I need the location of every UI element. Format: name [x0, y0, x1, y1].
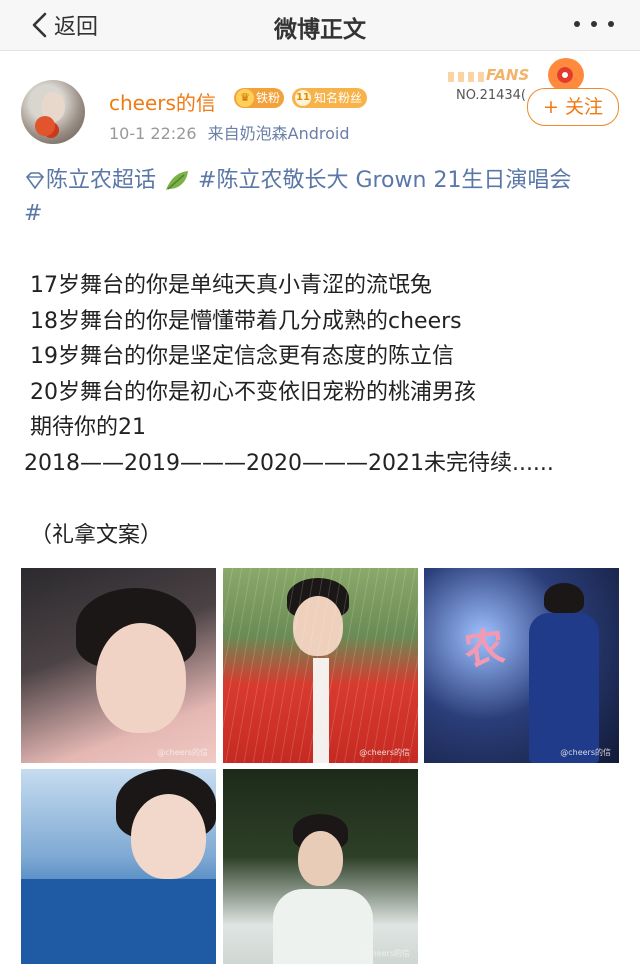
page-title: 微博正文 — [274, 17, 366, 43]
super-topic-label: 陈立农超话 — [46, 168, 157, 193]
hashtag-label: #陈立农敬长大 Grown 21生日演唱会 — [198, 168, 572, 193]
post-photo-1[interactable]: @cheers的信 — [21, 568, 216, 763]
more-dot-icon — [591, 21, 597, 27]
post-photo-2[interactable]: @cheers的信 — [223, 568, 418, 763]
user-avatar[interactable] — [21, 80, 85, 144]
more-dot-icon — [608, 21, 614, 27]
photo-face — [298, 831, 343, 886]
photo-watermark: @cheers的信 — [359, 949, 410, 958]
leaf-icon — [166, 171, 189, 190]
diamond-icon — [25, 172, 45, 190]
super-topic-link[interactable]: 陈立农超话 — [24, 168, 156, 193]
source-name: 奶泡森Android — [239, 124, 350, 143]
mascot-icon — [548, 58, 584, 92]
famous-fan-label: 知名粉丝 — [314, 91, 363, 105]
post-meta: 10-1 22:26 来自奶泡森Android — [109, 120, 350, 144]
crown-icon: ♛ — [236, 89, 254, 107]
post-line: 17岁舞台的你是单纯天真小青涩的流氓兔 — [30, 273, 432, 298]
more-dot-icon — [574, 21, 580, 27]
source-prefix: 来自 — [207, 124, 240, 143]
iron-fan-badge[interactable]: ♛ 铁粉 — [234, 88, 285, 108]
post-line: 2018——2019———2020———2021未完待续...... — [24, 450, 554, 476]
post-photo-4[interactable] — [21, 769, 216, 964]
more-options-button[interactable] — [574, 12, 614, 36]
follow-button[interactable]: + 关注 — [527, 88, 619, 126]
post-time: 10-1 22:26 — [109, 124, 197, 143]
photo-face — [96, 623, 186, 733]
fans-card-stripes — [448, 72, 488, 82]
photo-rain — [223, 568, 418, 763]
fan-level-icon: 11 — [295, 90, 311, 106]
photo-watermark: @cheers的信 — [560, 748, 611, 757]
photo-watermark: @cheers的信 — [157, 748, 208, 757]
avatar-flower — [35, 116, 55, 136]
post-line: 20岁舞台的你是初心不变依旧宠粉的桃浦男孩 — [30, 379, 476, 405]
photo-shirt — [273, 889, 373, 964]
post-photo-3[interactable]: 农 @cheers的信 — [424, 568, 619, 763]
photo-shirt — [21, 879, 216, 964]
fans-number: NO.21434( — [456, 88, 526, 103]
username[interactable]: cheers的信 — [109, 87, 216, 116]
post-credit: （礼拿文案） — [30, 523, 163, 548]
post-body: 17岁舞台的你是单纯天真小青涩的流氓兔 18岁舞台的你是懵懂带着几分成熟的che… — [24, 268, 624, 481]
post-source[interactable]: 来自奶泡森Android — [208, 124, 350, 143]
post-topics: 陈立农超话 #陈立农敬长大 Grown 21生日演唱会 # — [24, 164, 624, 230]
post-photo-5[interactable]: @cheers的信 — [223, 769, 418, 964]
photo-hair — [544, 583, 584, 613]
photo-watermark: @cheers的信 — [359, 748, 410, 757]
top-nav-bar: 返回 微博正文 — [0, 0, 640, 51]
hashtag-end: # — [24, 201, 43, 226]
post-line: 19岁舞台的你是坚定信念更有态度的陈立信 — [30, 344, 454, 369]
iron-fan-label: 铁粉 — [256, 91, 281, 105]
post-line: 期待你的21 — [30, 415, 146, 440]
photo-sign: 农 — [461, 623, 508, 675]
post-line: 18岁舞台的你是懵懂带着几分成熟的cheers — [30, 308, 462, 334]
fans-word: FANS — [486, 66, 530, 84]
photo-face — [131, 794, 206, 879]
photo-suit — [529, 613, 599, 763]
famous-fan-badge[interactable]: 11 知名粉丝 — [292, 88, 368, 108]
